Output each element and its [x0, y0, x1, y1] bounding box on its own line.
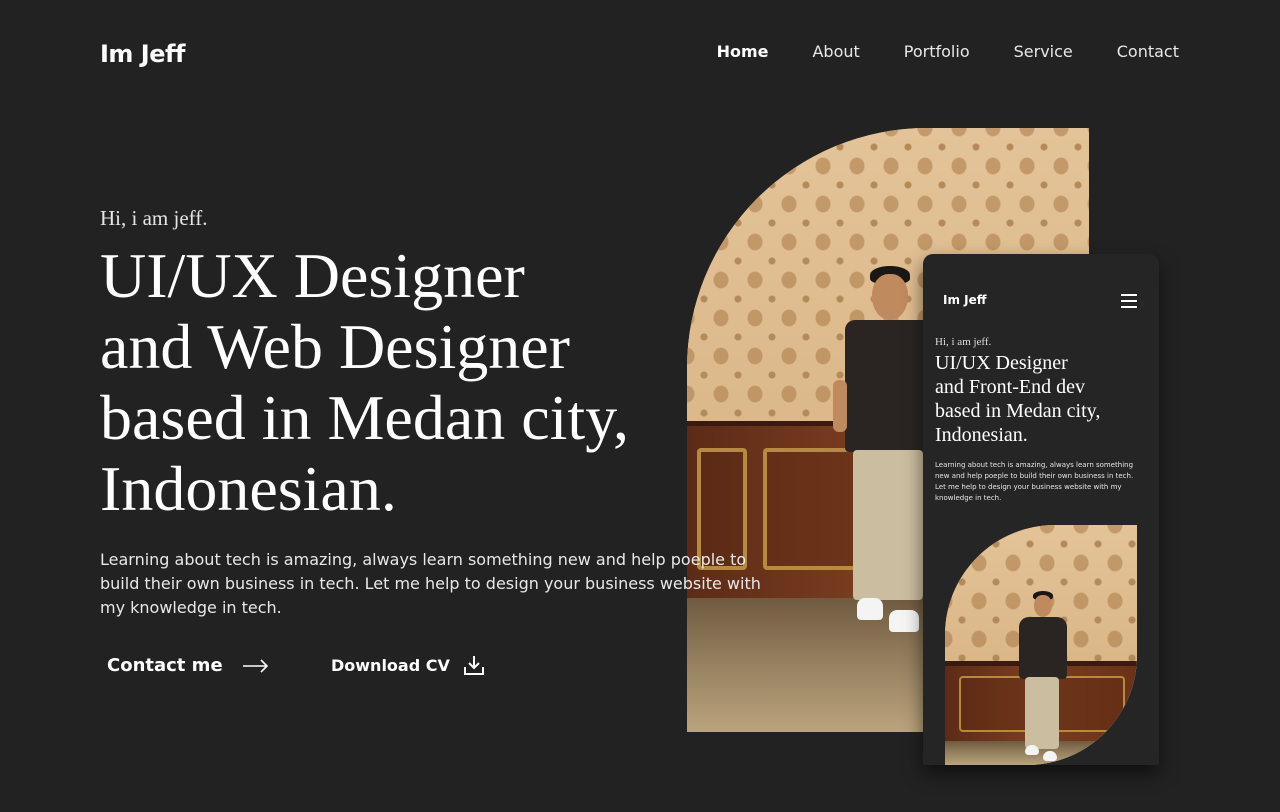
mobile-preview: Im Jeff Hi, i am jeff. UI/UX Designer an… — [923, 254, 1159, 765]
mobile-logo: Im Jeff — [943, 293, 987, 307]
nav-about[interactable]: About — [812, 42, 859, 61]
mobile-description: Learning about tech is amazing, always l… — [935, 461, 1134, 502]
contact-me-label: Contact me — [107, 655, 223, 676]
hero-description: Learning about tech is amazing, always l… — [100, 550, 761, 617]
main-nav: Home About Portfolio Service Contact — [717, 42, 1179, 61]
hamburger-menu-icon — [1121, 294, 1137, 312]
person-figure — [827, 266, 937, 646]
nav-contact[interactable]: Contact — [1117, 42, 1179, 61]
nav-service[interactable]: Service — [1014, 42, 1073, 61]
nav-home[interactable]: Home — [717, 42, 769, 61]
mobile-title-line: and Front-End dev — [935, 376, 1085, 398]
hero-title-line: Indonesian. — [100, 453, 397, 524]
contact-me-button[interactable]: Contact me — [107, 655, 269, 676]
hero-greeting: Hi, i am jeff. — [100, 206, 208, 230]
mobile-profile-photo — [945, 525, 1137, 765]
nav-portfolio[interactable]: Portfolio — [904, 42, 970, 61]
mobile-title-line: based in Medan city, — [935, 400, 1101, 422]
mobile-title-line: Indonesian. — [935, 424, 1028, 446]
mobile-title-line: UI/UX Designer — [935, 352, 1068, 374]
download-icon — [463, 656, 484, 675]
mobile-greeting: Hi, i am jeff. — [935, 336, 992, 348]
mobile-person-figure — [1011, 591, 1071, 761]
mobile-title: UI/UX Designer and Front-End dev based i… — [935, 351, 1150, 447]
hero-title: UI/UX Designer and Web Designer based in… — [100, 240, 629, 524]
hero-title-line: UI/UX Designer — [100, 240, 525, 311]
arrow-right-icon — [242, 658, 268, 673]
hero-title-line: and Web Designer — [100, 311, 570, 382]
download-cv-label: Download CV — [331, 655, 450, 675]
site-logo[interactable]: Im Jeff — [100, 40, 185, 68]
download-cv-button[interactable]: Download CV — [331, 655, 484, 675]
hero-title-line: based in Medan city, — [100, 382, 630, 453]
